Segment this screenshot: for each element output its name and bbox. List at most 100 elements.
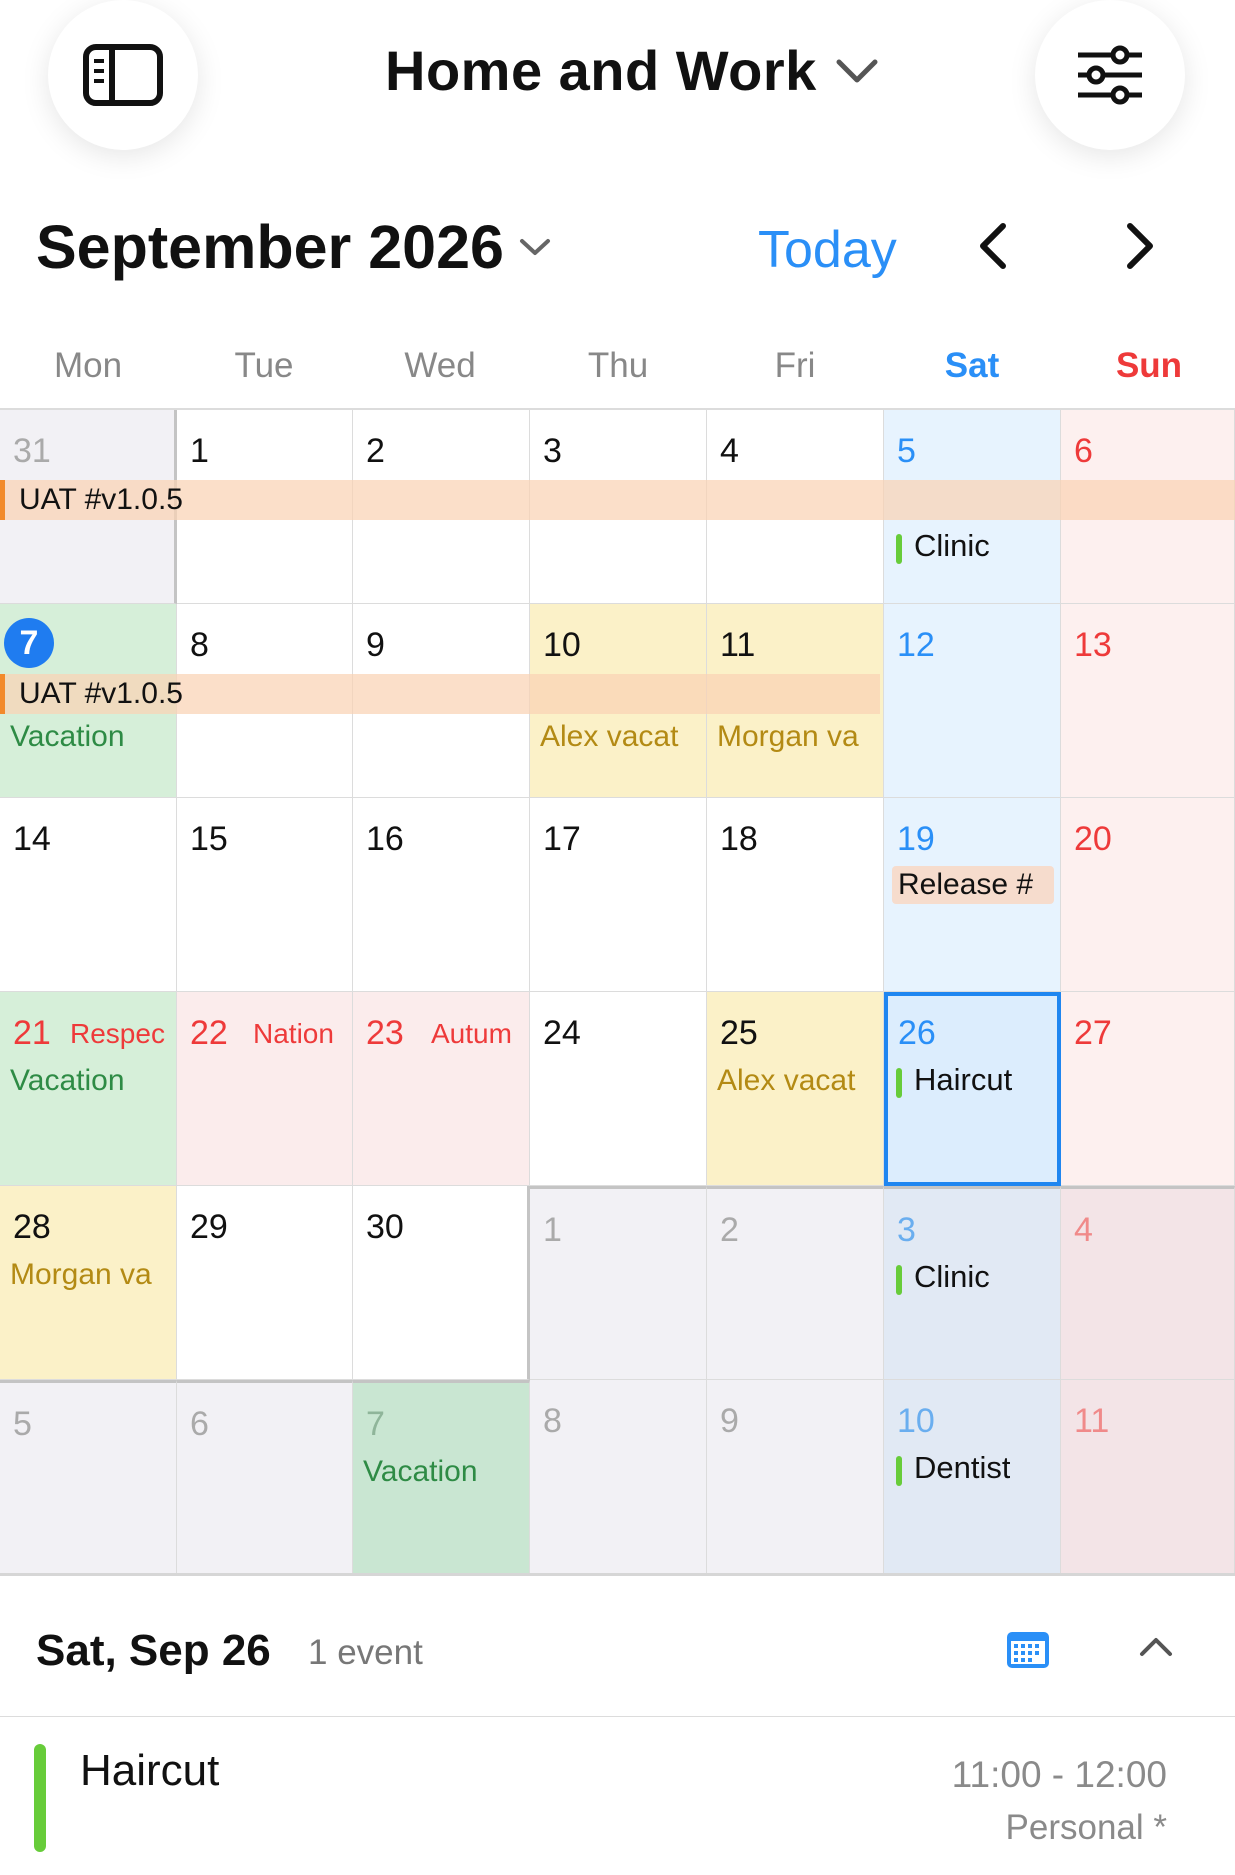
calendar-icon: [1007, 1632, 1049, 1668]
day-cell[interactable]: 15: [177, 798, 353, 992]
weekday-label: Fri: [774, 346, 816, 385]
event-label[interactable]: Morgan va: [717, 720, 877, 754]
day-cell[interactable]: 18: [707, 798, 884, 992]
collapse-panel-button[interactable]: [1138, 1634, 1174, 1665]
today-marker: 7: [4, 618, 54, 668]
day-cell[interactable]: 1: [530, 1186, 707, 1380]
day-cell[interactable]: 2: [707, 1186, 884, 1380]
day-number: 19: [897, 820, 935, 858]
event-calendar: Personal *: [1005, 1808, 1167, 1847]
day-cell[interactable]: 13: [1061, 604, 1235, 798]
day-number: 5: [13, 1405, 32, 1443]
weekday-header: Mon Tue Wed Thu Fri Sat Sun: [0, 340, 1235, 410]
holiday-label: Respec: [70, 1018, 165, 1049]
holiday-label: Autum: [431, 1018, 512, 1049]
day-cell[interactable]: 29: [177, 1186, 353, 1380]
filter-button[interactable]: [1035, 0, 1185, 150]
day-number: 1: [190, 432, 209, 470]
day-number: 6: [1074, 432, 1093, 470]
sidebar-toggle-button[interactable]: [48, 0, 198, 150]
day-cell[interactable]: 4: [1061, 1186, 1235, 1380]
day-cell[interactable]: 24: [530, 992, 707, 1186]
day-cell[interactable]: 27: [1061, 992, 1235, 1186]
day-cell[interactable]: 5: [0, 1380, 177, 1575]
day-number: 8: [543, 1402, 562, 1440]
event-count: 1 event: [308, 1633, 423, 1672]
day-cell[interactable]: 20: [1061, 798, 1235, 992]
weekday-label: Wed: [404, 346, 476, 385]
event-chip[interactable]: Haircut: [896, 1062, 1012, 1098]
day-number: 9: [720, 1402, 739, 1440]
day-number: 3: [897, 1211, 916, 1249]
calendar-set-selector[interactable]: Home and Work: [385, 38, 879, 103]
day-cell[interactable]: 16: [353, 798, 530, 992]
chevron-down-icon: [836, 59, 878, 82]
event-bar[interactable]: UAT #v1.0.5: [0, 480, 1235, 520]
chevron-down-icon: [519, 239, 550, 255]
event-chip[interactable]: Dentist: [896, 1450, 1010, 1486]
day-cell[interactable]: 17: [530, 798, 707, 992]
month-grid: 3 1 1 2 3 4 5 Clinic 6 UAT #v1.0.5 7 Vaca…: [0, 408, 1235, 1575]
event-label[interactable]: Morgan va: [10, 1258, 170, 1292]
day-number: 21: [13, 1014, 51, 1052]
month-label: September 2026: [36, 213, 504, 281]
day-cell[interactable]: 22 Nation: [177, 992, 353, 1186]
day-detail-panel: Sat, Sep 26 1 event Haircut 11:00 - 12:0…: [0, 1573, 1235, 1875]
day-number: 29: [190, 1208, 228, 1246]
day-number: 22: [190, 1014, 228, 1052]
event-chip[interactable]: Clinic: [896, 528, 990, 564]
day-cell[interactable]: 25 Alex vacat: [707, 992, 884, 1186]
day-cell[interactable]: 6: [177, 1380, 353, 1575]
day-number: 27: [1074, 1014, 1112, 1052]
day-cell[interactable]: 3 Clinic: [884, 1186, 1061, 1380]
day-cell[interactable]: 7 Vacation: [353, 1380, 530, 1575]
day-number: 17: [543, 820, 581, 858]
event-chip[interactable]: Release #: [892, 866, 1054, 904]
event-chip[interactable]: Clinic: [896, 1259, 990, 1295]
calendar-view-button[interactable]: [1005, 1628, 1051, 1675]
event-label[interactable]: Alex vacat: [540, 720, 700, 754]
day-number: 30: [366, 1208, 404, 1246]
day-number: 24: [543, 1014, 581, 1052]
previous-month-button[interactable]: [975, 222, 1011, 275]
day-number: 26: [898, 1014, 936, 1052]
day-cell[interactable]: 19 Release #: [884, 798, 1061, 992]
event-label[interactable]: Alex vacat: [717, 1064, 877, 1098]
day-cell[interactable]: 9: [707, 1380, 884, 1575]
day-number: 16: [366, 820, 404, 858]
event-bar[interactable]: UAT #v1.0.5: [0, 674, 880, 714]
next-month-button[interactable]: [1122, 222, 1158, 275]
selected-day-cell[interactable]: 26 Haircut: [884, 992, 1061, 1186]
day-number: 2: [720, 1211, 739, 1249]
sidebar-toggle-icon: [83, 44, 163, 106]
day-cell[interactable]: 23 Autum: [353, 992, 530, 1186]
day-number: 4: [1074, 1211, 1093, 1249]
month-selector[interactable]: September 2026: [36, 212, 552, 282]
day-number: 3: [543, 432, 562, 470]
day-cell[interactable]: 12: [884, 604, 1061, 798]
sliders-icon: [1078, 45, 1142, 105]
day-number: 1: [543, 1211, 562, 1249]
day-cell[interactable]: 11: [1061, 1380, 1235, 1575]
event-label[interactable]: Vacation: [363, 1455, 478, 1489]
day-number: 20: [1074, 820, 1112, 858]
day-cell[interactable]: 21 Respec Vacation: [0, 992, 177, 1186]
day-cell[interactable]: 30: [353, 1186, 530, 1380]
event-color-bar: [34, 1744, 46, 1852]
day-number: 15: [190, 820, 228, 858]
selected-date-label: Sat, Sep 26: [36, 1626, 271, 1675]
today-button[interactable]: Today: [758, 220, 897, 280]
top-bar: Home and Work: [0, 0, 1235, 180]
event-label[interactable]: Vacation: [10, 720, 125, 754]
day-number: 14: [13, 820, 51, 858]
day-number: 28: [13, 1208, 51, 1246]
day-number: 7: [366, 1405, 385, 1443]
day-number: 11: [720, 626, 756, 664]
day-cell[interactable]: 28 Morgan va: [0, 1186, 177, 1380]
day-cell[interactable]: 14: [0, 798, 177, 992]
event-label[interactable]: Vacation: [10, 1064, 125, 1098]
event-title: Haircut: [80, 1746, 220, 1795]
day-cell[interactable]: 10 Dentist: [884, 1380, 1061, 1575]
day-number: 6: [190, 1405, 209, 1443]
day-cell[interactable]: 8: [530, 1380, 707, 1575]
